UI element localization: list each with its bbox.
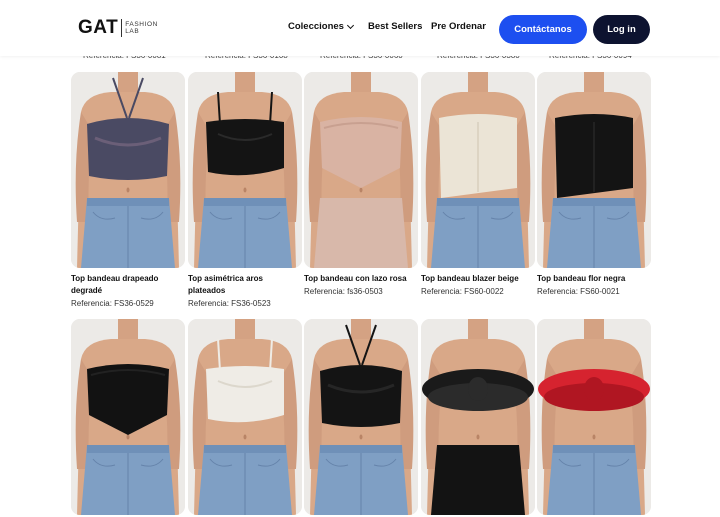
model-photo bbox=[188, 72, 302, 268]
login-button[interactable]: Log in bbox=[593, 15, 650, 44]
product-image[interactable] bbox=[537, 72, 651, 268]
product-title[interactable]: Top bandeau drapeado degradé bbox=[71, 273, 185, 297]
product-card[interactable]: Top bandeau con lazo rosa Referencia: fs… bbox=[304, 72, 418, 297]
logo-divider bbox=[121, 19, 123, 37]
product-image[interactable] bbox=[188, 72, 302, 268]
model-photo bbox=[537, 72, 651, 268]
nav-pre-ordenar[interactable]: Pre Ordenar bbox=[431, 21, 486, 32]
model-photo bbox=[304, 319, 418, 515]
logo-sub-line2: LAB bbox=[125, 28, 140, 35]
nav-colecciones-label: Colecciones bbox=[288, 21, 344, 32]
model-photo bbox=[71, 319, 185, 515]
product-title[interactable]: Top bandeau blazer beige bbox=[421, 273, 535, 285]
product-image[interactable] bbox=[421, 72, 535, 268]
nav-colecciones[interactable]: Colecciones bbox=[288, 21, 355, 32]
nav-best-sellers[interactable]: Best Sellers bbox=[368, 21, 422, 32]
logo-sub-line1: FASHION bbox=[125, 21, 158, 28]
model-photo bbox=[304, 72, 418, 268]
product-card[interactable]: Top bandeau flor negra Referencia: FS60-… bbox=[537, 72, 651, 297]
product-image[interactable] bbox=[304, 319, 418, 515]
product-reference: Referencia: FS60-0022 bbox=[421, 287, 504, 296]
product-image[interactable] bbox=[71, 319, 185, 515]
contact-button[interactable]: Contáctanos bbox=[499, 15, 587, 44]
product-card[interactable] bbox=[188, 319, 302, 515]
product-reference: Referencia: fs36-0503 bbox=[304, 287, 383, 296]
product-card[interactable]: Top asimétrica aros plateados Referencia… bbox=[188, 72, 302, 309]
logo-wordmark: GAT bbox=[78, 17, 119, 38]
product-title[interactable]: Top bandeau flor negra bbox=[537, 273, 651, 285]
site-header: GAT FASHION LAB Colecciones Best Sellers… bbox=[0, 0, 720, 56]
product-image[interactable] bbox=[304, 72, 418, 268]
product-title[interactable]: Top asimétrica aros plateados bbox=[188, 273, 302, 297]
product-card[interactable] bbox=[304, 319, 418, 515]
brand-logo[interactable]: GAT FASHION LAB bbox=[78, 17, 158, 39]
product-image[interactable] bbox=[537, 319, 651, 515]
product-card[interactable]: Top bandeau blazer beige Referencia: FS6… bbox=[421, 72, 535, 297]
product-reference: Referencia: FS60-0021 bbox=[537, 287, 620, 296]
model-photo bbox=[537, 319, 651, 515]
model-photo bbox=[71, 72, 185, 268]
product-reference: Referencia: FS36-0529 bbox=[71, 299, 154, 308]
product-card[interactable] bbox=[421, 319, 535, 515]
product-image[interactable] bbox=[421, 319, 535, 515]
model-photo bbox=[421, 72, 535, 268]
model-photo bbox=[421, 319, 535, 515]
logo-subtext: FASHION LAB bbox=[125, 21, 158, 35]
product-reference: Referencia: FS36-0523 bbox=[188, 299, 271, 308]
product-image[interactable] bbox=[71, 72, 185, 268]
chevron-down-icon bbox=[346, 21, 355, 29]
product-image[interactable] bbox=[188, 319, 302, 515]
product-card[interactable]: Top bandeau drapeado degradé Referencia:… bbox=[71, 72, 185, 309]
product-card[interactable] bbox=[71, 319, 185, 515]
product-card[interactable] bbox=[537, 319, 651, 515]
product-title[interactable]: Top bandeau con lazo rosa bbox=[304, 273, 418, 285]
model-photo bbox=[188, 319, 302, 515]
